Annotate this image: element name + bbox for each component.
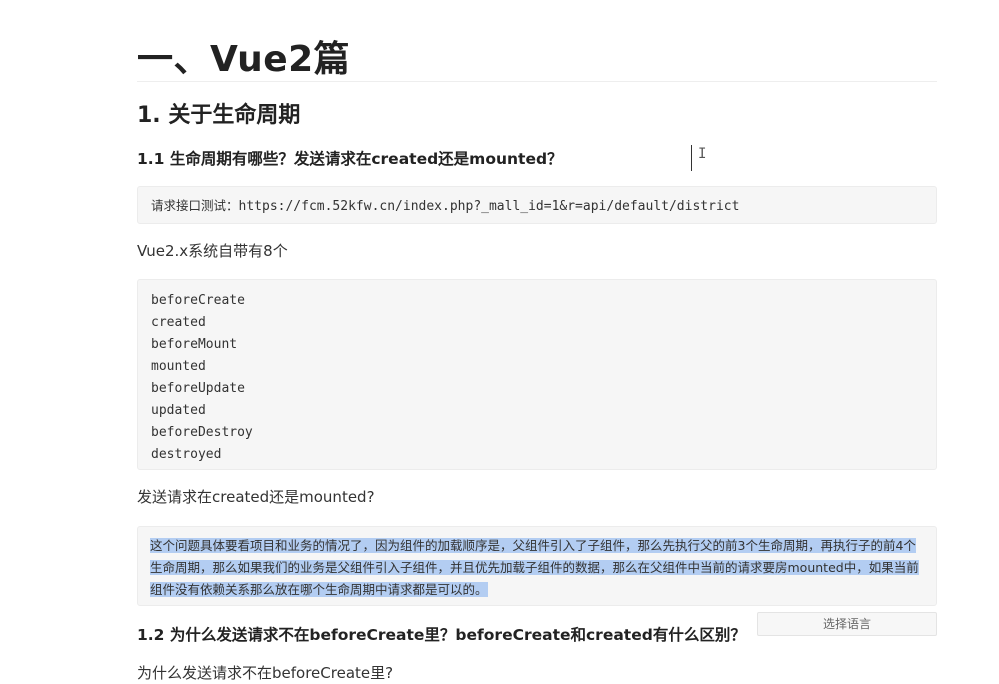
answer-block[interactable]: 这个问题具体要看项目和业务的情况了，因为组件的加载顺序是，父组件引入了子组件，那… <box>137 526 937 606</box>
list-item: mounted <box>151 359 206 374</box>
hooks-intro: Vue2.x系统自带有8个 <box>137 242 288 260</box>
code-block-hooks[interactable]: beforeCreate created beforeMount mounted… <box>137 279 937 470</box>
selected-answer-text[interactable]: 这个问题具体要看项目和业务的情况了，因为组件的加载顺序是，父组件引入了子组件，那… <box>150 538 919 597</box>
list-item: created <box>151 315 206 330</box>
list-item: beforeMount <box>151 337 238 352</box>
list-item: beforeUpdate <box>151 381 245 396</box>
section-heading: 1. 关于生命周期 <box>137 103 301 128</box>
question-1-2-sub: 为什么发送请求不在beforeCreate里? <box>137 664 394 682</box>
list-item: beforeCreate <box>151 293 245 308</box>
question-created-or-mounted: 发送请求在created还是mounted? <box>137 488 375 506</box>
title-divider <box>137 81 937 82</box>
url-label: 请求接口测试： <box>151 198 239 213</box>
url-text: https://fcm.52kfw.cn/index.php?_mall_id=… <box>238 199 740 214</box>
hooks-list: beforeCreate created beforeMount mounted… <box>151 290 923 466</box>
select-language-button[interactable]: 选择语言 <box>757 612 937 636</box>
question-1-2-heading: 1.2 为什么发送请求不在beforeCreate里？beforeCreate和… <box>137 626 746 644</box>
list-item: updated <box>151 403 206 418</box>
text-caret <box>691 145 692 171</box>
list-item: destroyed <box>151 447 222 462</box>
list-item: beforeDestroy <box>151 425 253 440</box>
code-block-url[interactable]: 请求接口测试：https://fcm.52kfw.cn/index.php?_m… <box>137 186 937 224</box>
ibeam-cursor-icon: I <box>698 146 707 162</box>
question-1-1-heading: 1.1 生命周期有哪些？发送请求在created还是mounted？ <box>137 150 563 168</box>
doc-title: 一、Vue2篇 <box>137 39 351 80</box>
